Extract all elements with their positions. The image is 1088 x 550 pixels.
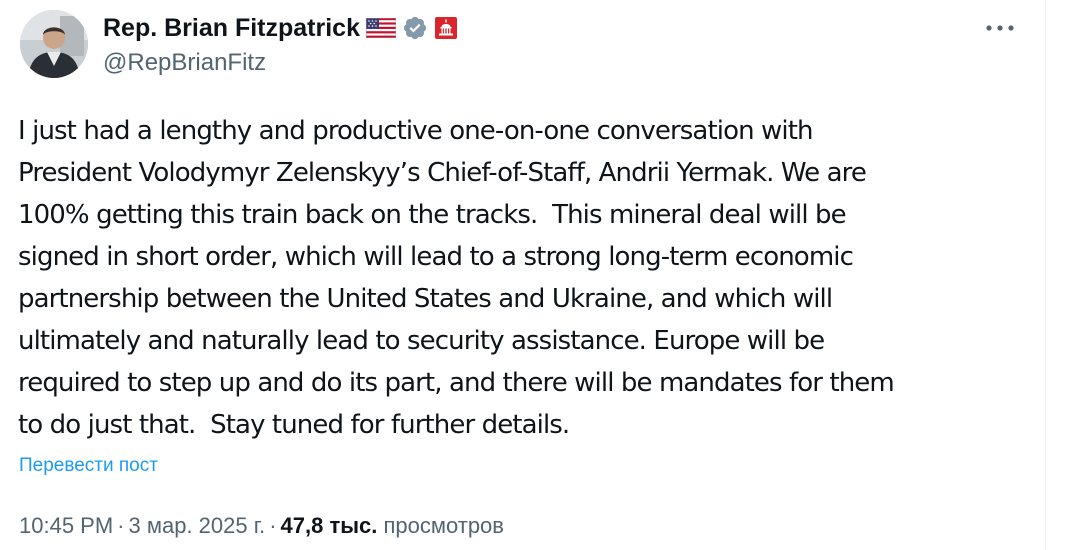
tweet-text-line: 100% getting this train back on the trac… bbox=[18, 200, 847, 230]
more-button[interactable] bbox=[980, 16, 1020, 40]
views-count[interactable]: 47,8 тыс. bbox=[281, 513, 378, 538]
post-date[interactable]: 3 мар. 2025 г. bbox=[129, 513, 266, 538]
tweet-text: I just had a lengthy and productive one-… bbox=[18, 110, 1028, 446]
translate-post-link[interactable]: Перевести пост bbox=[19, 455, 158, 477]
us-flag-icon bbox=[366, 18, 396, 38]
tweet-metadata: 10:45 PM · 3 мар. 2025 г. · 47,8 тыс. просмо… bbox=[19, 513, 504, 539]
tweet-text-line: to do just that. Stay tuned for further … bbox=[18, 410, 570, 440]
tweet-text-line: signed in short order, which will lead t… bbox=[18, 242, 854, 272]
capitol-badge-icon[interactable] bbox=[434, 16, 458, 40]
verified-badge-icon[interactable] bbox=[402, 15, 428, 41]
tweet-text-line: I just had a lengthy and productive one-… bbox=[18, 116, 814, 146]
name-row: Rep. Brian Fitzpatrick bbox=[103, 12, 1008, 44]
tweet-text-line: required to step up and do its part, and… bbox=[18, 368, 895, 398]
avatar-photo bbox=[20, 10, 88, 78]
meta-separator: · bbox=[117, 513, 125, 538]
column-border bbox=[1045, 0, 1046, 550]
meta-separator: · bbox=[269, 513, 277, 538]
views-label: просмотров bbox=[383, 513, 504, 538]
author-name[interactable]: Rep. Brian Fitzpatrick bbox=[103, 14, 360, 43]
more-icon bbox=[986, 25, 1014, 31]
tweet-header: Rep. Brian Fitzpatrick @RepBrianFitz bbox=[103, 12, 1008, 77]
tweet-text-line: partnership between the United States an… bbox=[18, 284, 833, 314]
tweet-text-line: President Volodymyr Zelenskyy’s Chief-of… bbox=[18, 158, 867, 188]
avatar[interactable] bbox=[20, 10, 88, 78]
tweet-text-line: ultimately and naturally lead to securit… bbox=[18, 326, 825, 356]
author-handle[interactable]: @RepBrianFitz bbox=[103, 49, 1008, 77]
post-time[interactable]: 10:45 PM bbox=[19, 513, 113, 538]
